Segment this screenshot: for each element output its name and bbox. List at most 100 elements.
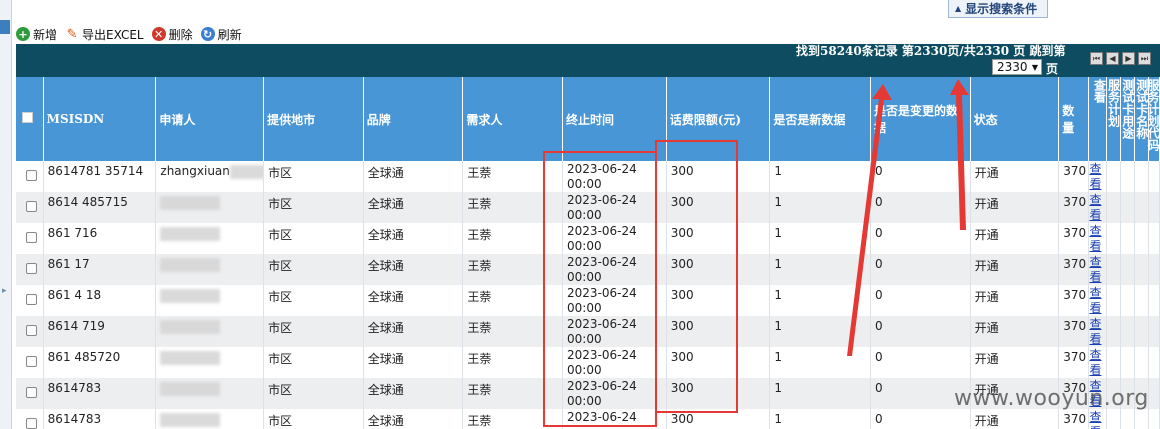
row-checkbox[interactable] — [26, 170, 37, 181]
watermark-text: www.wooyun.org — [954, 386, 1149, 411]
row-checkbox[interactable] — [26, 232, 37, 243]
row-checkbox[interactable] — [26, 418, 37, 429]
col-status[interactable]: 状态 — [970, 77, 1060, 161]
view-link[interactable]: 查看 — [1088, 409, 1107, 429]
show-search-conditions-button[interactable]: ▲ 显示搜索条件 — [948, 0, 1048, 18]
col-end-time[interactable]: 终止时间 — [562, 77, 667, 161]
cell-msisdn: 8614 485715 — [43, 192, 157, 223]
cell-test-card-use — [1120, 254, 1135, 285]
cell-is-changed: 0 — [870, 223, 971, 254]
cell-is-changed: 0 — [870, 285, 971, 316]
delete-button[interactable]: ✕ 删除 — [151, 26, 193, 43]
row-checkbox[interactable] — [26, 387, 37, 398]
col-quantity[interactable]: 数量 — [1058, 77, 1090, 161]
view-link[interactable]: 查看 — [1088, 161, 1107, 192]
col-msisdn[interactable]: MSISDN — [43, 77, 157, 161]
col-requester[interactable]: 需求人 — [462, 77, 564, 161]
view-link[interactable]: 查看 — [1088, 347, 1107, 378]
cell-status: 开通 — [970, 347, 1060, 378]
cell-test-card-name — [1134, 192, 1149, 223]
cell-test-card-name — [1134, 316, 1149, 347]
cell-status: 开通 — [970, 192, 1060, 223]
cell-test-card-name — [1134, 161, 1149, 192]
view-link[interactable]: 查看 — [1088, 285, 1107, 316]
col-service-plan[interactable]: 服务计划 — [1106, 77, 1121, 161]
cell-region: 市区 — [263, 285, 364, 316]
row-checkbox[interactable] — [26, 201, 37, 212]
cell-msisdn: 8614783 — [43, 378, 157, 409]
last-page-icon[interactable]: ⏭ — [1138, 52, 1151, 65]
redacted-blur — [160, 257, 221, 272]
row-select-cell — [16, 316, 44, 347]
row-checkbox[interactable] — [26, 356, 37, 367]
jump-page-value: 2330 — [997, 60, 1028, 74]
cell-test-card-name — [1134, 285, 1149, 316]
cell-applicant — [155, 409, 265, 429]
triangle-up-icon: ▲ — [955, 4, 962, 13]
jump-page-select[interactable]: 2330 ▼ — [992, 59, 1042, 75]
page-unit-label: 页 — [1046, 62, 1059, 76]
cell-test-card-name — [1134, 254, 1149, 285]
select-all-checkbox[interactable] — [22, 112, 33, 123]
cell-plan-code — [1148, 254, 1160, 285]
col-brand[interactable]: 品牌 — [363, 77, 464, 161]
refresh-button[interactable]: ↻ 刷新 — [200, 26, 242, 43]
redacted-blur — [160, 319, 221, 334]
left-frame-edge: ▸ — [0, 0, 12, 429]
row-select-cell — [16, 285, 44, 316]
col-plan-code[interactable]: 服务计划代码 — [1146, 77, 1160, 161]
cell-test-card-use — [1120, 192, 1135, 223]
export-excel-button[interactable]: ✎ 导出EXCEL — [65, 26, 144, 43]
redacted-blur — [160, 350, 221, 365]
collapse-arrow-icon[interactable]: ▸ — [2, 286, 7, 296]
row-select-cell — [16, 223, 44, 254]
cell-is-new: 1 — [769, 161, 872, 192]
cell-brand: 全球通 — [363, 378, 464, 409]
cell-is-new: 1 — [769, 254, 872, 285]
col-view[interactable]: 查看 — [1088, 77, 1107, 161]
cell-is-new: 1 — [769, 378, 872, 409]
row-checkbox[interactable] — [26, 294, 37, 305]
cell-plan-code — [1148, 285, 1160, 316]
record-count-info: 找到58240条记录 第2330页/共2330 页 跳到第 — [796, 44, 1066, 58]
col-region[interactable]: 提供地市 — [263, 77, 364, 161]
col-is-changed[interactable]: 是否是变更的数据 — [870, 77, 971, 161]
cell-is-changed: 0 — [870, 192, 971, 223]
add-button[interactable]: + 新增 — [16, 26, 57, 43]
prev-page-icon[interactable]: ◀ — [1106, 52, 1119, 65]
col-test-card-use[interactable]: 测试卡用途 — [1120, 77, 1135, 161]
cell-plan-code — [1148, 409, 1160, 429]
cell-test-card-use — [1120, 409, 1135, 429]
cell-is-new: 1 — [769, 192, 872, 223]
cell-region: 市区 — [263, 316, 364, 347]
cell-region: 市区 — [263, 223, 364, 254]
row-select-cell — [16, 161, 44, 192]
cell-plan-code — [1148, 161, 1160, 192]
cell-brand: 全球通 — [363, 347, 464, 378]
cell-applicant — [155, 378, 265, 409]
row-checkbox[interactable] — [26, 325, 37, 336]
view-link[interactable]: 查看 — [1088, 254, 1107, 285]
cell-is-changed: 0 — [870, 254, 971, 285]
view-link[interactable]: 查看 — [1088, 192, 1107, 223]
cell-status: 开通 — [970, 409, 1060, 429]
first-page-icon[interactable]: ⏮ — [1090, 52, 1103, 65]
row-select-cell — [16, 254, 44, 285]
col-applicant[interactable]: 申请人 — [155, 77, 265, 161]
cell-status: 开通 — [970, 161, 1060, 192]
add-icon: + — [16, 27, 30, 41]
view-link[interactable]: 查看 — [1088, 223, 1107, 254]
cell-service-plan — [1106, 192, 1121, 223]
cell-test-card-name — [1134, 409, 1149, 429]
cell-quantity: 370 — [1058, 192, 1090, 223]
cell-is-new: 1 — [769, 285, 872, 316]
col-is-new[interactable]: 是否是新数据 — [769, 77, 872, 161]
next-page-icon[interactable]: ▶ — [1122, 52, 1135, 65]
cell-service-plan — [1106, 409, 1121, 429]
cell-msisdn: 8614 719 — [43, 316, 157, 347]
row-checkbox[interactable] — [26, 263, 37, 274]
cell-region: 市区 — [263, 347, 364, 378]
cell-plan-code — [1148, 347, 1160, 378]
refresh-label: 刷新 — [217, 27, 242, 42]
view-link[interactable]: 查看 — [1088, 316, 1107, 347]
